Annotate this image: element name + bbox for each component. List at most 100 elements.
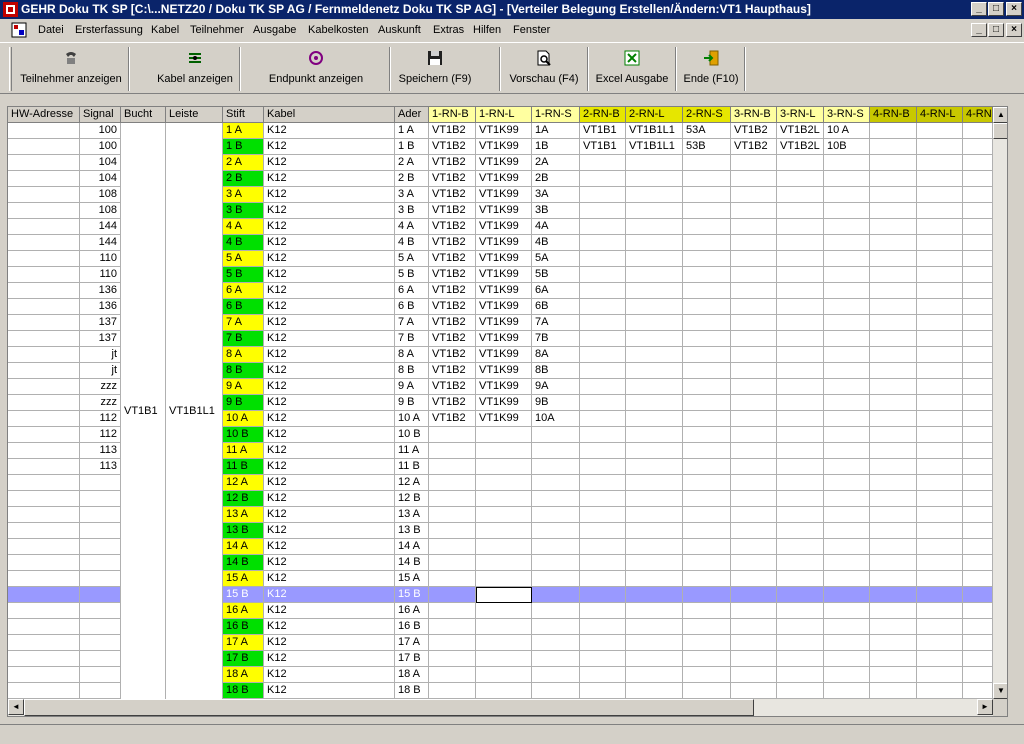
2-rn-s-cell[interactable] — [683, 155, 731, 171]
kabel-cell[interactable]: K12 — [264, 235, 395, 251]
2-rn-b-cell[interactable] — [580, 283, 626, 299]
4-rn-l-cell[interactable] — [917, 171, 963, 187]
4-rn-cell[interactable] — [963, 123, 993, 139]
2-rn-l-cell[interactable] — [626, 587, 683, 603]
stift-cell[interactable]: 10 A — [223, 411, 264, 427]
2-rn-b-cell[interactable] — [580, 635, 626, 651]
1-rn-b-cell[interactable]: VT1B2 — [429, 155, 476, 171]
signal-cell[interactable]: 137 — [80, 331, 121, 347]
stift-cell[interactable]: 5 A — [223, 251, 264, 267]
1-rn-b-cell[interactable] — [429, 475, 476, 491]
1-rn-l-cell[interactable]: VT1K99 — [476, 203, 532, 219]
hw-adresse-cell[interactable] — [8, 459, 80, 475]
1-rn-b-cell[interactable]: VT1B2 — [429, 283, 476, 299]
3-rn-b-cell[interactable] — [731, 667, 777, 683]
kabel-cell[interactable]: K12 — [264, 427, 395, 443]
4-rn-b-cell[interactable] — [870, 491, 917, 507]
3-rn-l-cell[interactable] — [777, 315, 824, 331]
hw-adresse-cell[interactable] — [8, 619, 80, 635]
3-rn-b-cell[interactable] — [731, 283, 777, 299]
1-rn-l-cell[interactable] — [476, 475, 532, 491]
3-rn-l-cell[interactable] — [777, 683, 824, 699]
kabel-cell[interactable]: K12 — [264, 603, 395, 619]
signal-cell[interactable] — [80, 491, 121, 507]
ader-cell[interactable]: 11 B — [395, 459, 429, 475]
3-rn-l-cell[interactable] — [777, 619, 824, 635]
1-rn-b-cell[interactable]: VT1B2 — [429, 315, 476, 331]
3-rn-s-cell[interactable]: 10 A — [824, 123, 870, 139]
3-rn-b-cell[interactable] — [731, 683, 777, 699]
3-rn-b-cell[interactable] — [731, 411, 777, 427]
stift-cell[interactable]: 4 B — [223, 235, 264, 251]
2-rn-s-cell[interactable] — [683, 667, 731, 683]
1-rn-l-cell[interactable]: VT1K99 — [476, 235, 532, 251]
4-rn-l-cell[interactable] — [917, 571, 963, 587]
4-rn-b-cell[interactable] — [870, 395, 917, 411]
hw-adresse-cell[interactable] — [8, 299, 80, 315]
3-rn-b-cell[interactable] — [731, 475, 777, 491]
signal-cell[interactable]: jt — [80, 363, 121, 379]
ader-cell[interactable]: 3 B — [395, 203, 429, 219]
ader-cell[interactable]: 5 B — [395, 267, 429, 283]
1-rn-l-cell[interactable]: VT1K99 — [476, 219, 532, 235]
signal-cell[interactable]: 110 — [80, 251, 121, 267]
3-rn-s-cell[interactable] — [824, 539, 870, 555]
4-rn-l-cell[interactable] — [917, 491, 963, 507]
1-rn-b-cell[interactable]: VT1B2 — [429, 123, 476, 139]
2-rn-b-cell[interactable] — [580, 651, 626, 667]
4-rn-b-cell[interactable] — [870, 571, 917, 587]
mdi-minimize-button[interactable]: _ — [971, 23, 987, 37]
1-rn-l-cell[interactable]: VT1K99 — [476, 267, 532, 283]
3-rn-l-cell[interactable] — [777, 347, 824, 363]
hw-adresse-cell[interactable] — [8, 235, 80, 251]
2-rn-b-cell[interactable] — [580, 379, 626, 395]
horizontal-scrollbar[interactable]: ◄ ► — [8, 699, 993, 716]
hw-adresse-cell[interactable] — [8, 635, 80, 651]
1-rn-b-cell[interactable] — [429, 523, 476, 539]
1-rn-b-cell[interactable] — [429, 619, 476, 635]
stift-cell[interactable]: 16 A — [223, 603, 264, 619]
3-rn-s-cell[interactable] — [824, 315, 870, 331]
2-rn-s-cell[interactable] — [683, 635, 731, 651]
4-rn-cell[interactable] — [963, 555, 993, 571]
3-rn-l-cell[interactable] — [777, 603, 824, 619]
kabel-cell[interactable]: K12 — [264, 683, 395, 699]
2-rn-s-cell[interactable] — [683, 491, 731, 507]
stift-cell[interactable]: 1 B — [223, 139, 264, 155]
4-rn-b-cell[interactable] — [870, 683, 917, 699]
4-rn-cell[interactable] — [963, 395, 993, 411]
4-rn-b-cell[interactable] — [870, 171, 917, 187]
4-rn-cell[interactable] — [963, 203, 993, 219]
column-header-stift[interactable]: Stift — [223, 107, 264, 123]
kabel-cell[interactable]: K12 — [264, 571, 395, 587]
1-rn-b-cell[interactable] — [429, 635, 476, 651]
1-rn-s-cell[interactable]: 7A — [532, 315, 580, 331]
3-rn-l-cell[interactable] — [777, 507, 824, 523]
1-rn-s-cell[interactable]: 10A — [532, 411, 580, 427]
2-rn-l-cell[interactable] — [626, 283, 683, 299]
2-rn-b-cell[interactable] — [580, 523, 626, 539]
4-rn-l-cell[interactable] — [917, 459, 963, 475]
ader-cell[interactable]: 7 B — [395, 331, 429, 347]
2-rn-s-cell[interactable] — [683, 619, 731, 635]
4-rn-cell[interactable] — [963, 651, 993, 667]
1-rn-s-cell[interactable] — [532, 475, 580, 491]
menu-kabelkosten[interactable]: Kabelkosten — [308, 24, 369, 36]
1-rn-s-cell[interactable] — [532, 635, 580, 651]
2-rn-s-cell[interactable] — [683, 587, 731, 603]
1-rn-s-cell[interactable] — [532, 427, 580, 443]
4-rn-cell[interactable] — [963, 523, 993, 539]
1-rn-b-cell[interactable] — [429, 507, 476, 523]
1-rn-b-cell[interactable]: VT1B2 — [429, 299, 476, 315]
stift-cell[interactable]: 8 A — [223, 347, 264, 363]
horizontal-scroll-thumb[interactable] — [24, 699, 754, 716]
3-rn-b-cell[interactable] — [731, 331, 777, 347]
kabel-cell[interactable]: K12 — [264, 123, 395, 139]
kabel-cell[interactable]: K12 — [264, 619, 395, 635]
2-rn-s-cell[interactable] — [683, 299, 731, 315]
hw-adresse-cell[interactable] — [8, 571, 80, 587]
1-rn-b-cell[interactable]: VT1B2 — [429, 347, 476, 363]
column-header-hw-adresse[interactable]: HW-Adresse — [8, 107, 80, 123]
speichern-button[interactable]: Speichern (F9) — [392, 45, 478, 91]
4-rn-l-cell[interactable] — [917, 187, 963, 203]
